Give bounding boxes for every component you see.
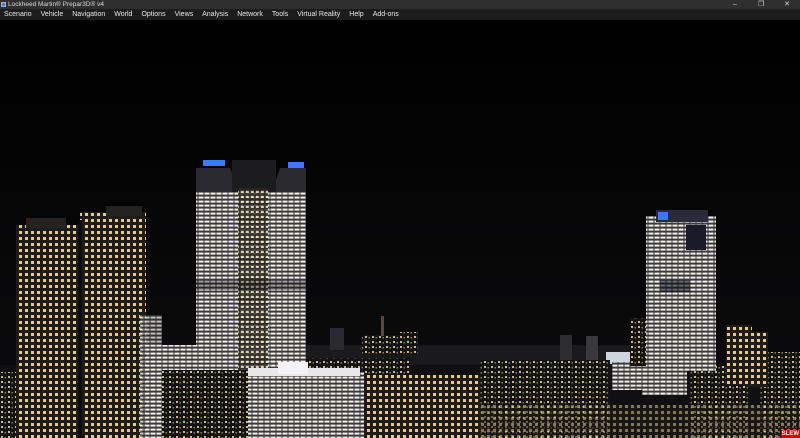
menu-navigation[interactable]: Navigation bbox=[72, 9, 105, 20]
menu-scenario[interactable]: Scenario bbox=[4, 9, 32, 20]
window-title: Lockheed Martin® Prepar3D® v4 bbox=[8, 1, 104, 8]
menu-world[interactable]: World bbox=[114, 9, 132, 20]
close-icon[interactable]: ✕ bbox=[774, 0, 800, 9]
scenery-view[interactable]: SLEW bbox=[0, 20, 800, 438]
menu-vehicle[interactable]: Vehicle bbox=[41, 9, 64, 20]
window-controls: – ❐ ✕ bbox=[722, 0, 800, 9]
menu-bar: Scenario Vehicle Navigation World Option… bbox=[0, 9, 800, 20]
menu-options[interactable]: Options bbox=[141, 9, 165, 20]
menu-tools[interactable]: Tools bbox=[272, 9, 288, 20]
menu-add-ons[interactable]: Add-ons bbox=[373, 9, 399, 20]
slew-indicator: SLEW bbox=[780, 430, 800, 438]
menu-views[interactable]: Views bbox=[175, 9, 194, 20]
app-icon bbox=[1, 1, 6, 7]
restore-icon[interactable]: ❐ bbox=[748, 0, 774, 9]
menu-network[interactable]: Network bbox=[237, 9, 263, 20]
night-city-scene bbox=[0, 20, 800, 438]
central-tower bbox=[196, 160, 306, 370]
simulator-window: Lockheed Martin® Prepar3D® v4 – ❐ ✕ Scen… bbox=[0, 0, 800, 438]
title-bar[interactable]: Lockheed Martin® Prepar3D® v4 – ❐ ✕ bbox=[0, 0, 800, 9]
left-skyscrapers bbox=[16, 206, 162, 438]
menu-virtual-reality[interactable]: Virtual Reality bbox=[297, 9, 340, 20]
menu-analysis[interactable]: Analysis bbox=[202, 9, 228, 20]
minimize-icon[interactable]: – bbox=[722, 0, 748, 9]
menu-help[interactable]: Help bbox=[349, 9, 363, 20]
right-skyscraper bbox=[646, 210, 716, 371]
